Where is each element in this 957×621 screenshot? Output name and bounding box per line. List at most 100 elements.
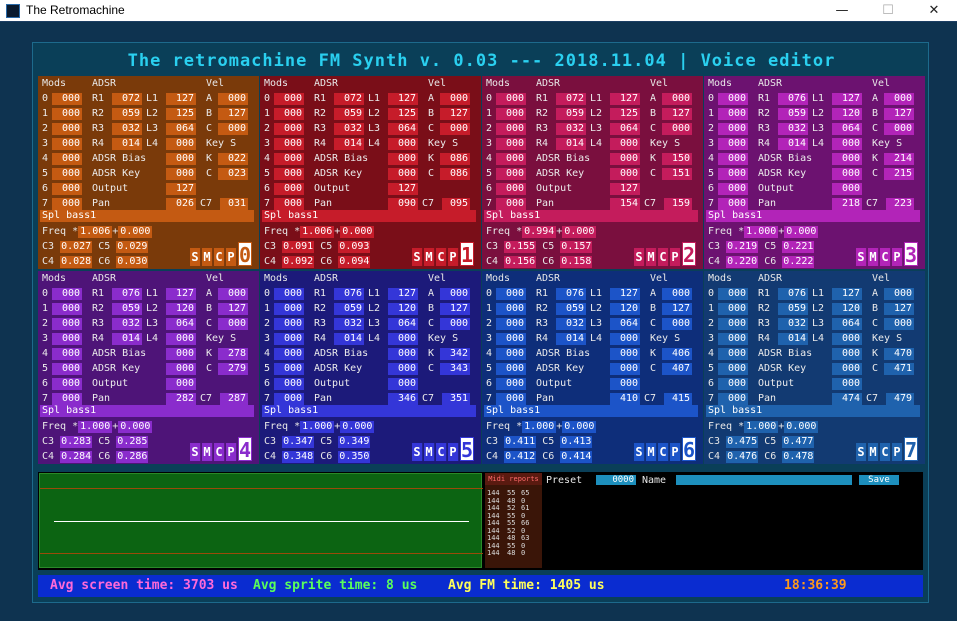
adsr-bias-value[interactable]: 000	[610, 153, 640, 165]
mod-value-0[interactable]: 000	[718, 288, 748, 300]
mod-value-6[interactable]: 000	[496, 183, 526, 195]
pan-value[interactable]: 090	[388, 198, 418, 210]
output-value[interactable]: 000	[388, 378, 418, 390]
vel-value-a[interactable]: 000	[218, 288, 248, 300]
mod-value-4[interactable]: 000	[52, 153, 82, 165]
freq-multiplier[interactable]: 1.000	[744, 226, 779, 238]
vel-value-a[interactable]: 000	[662, 93, 692, 105]
vel-value-a[interactable]: 000	[662, 288, 692, 300]
c7-value[interactable]: 479	[886, 393, 914, 405]
c-value[interactable]: 086	[440, 168, 470, 180]
smcp-button-s[interactable]: S	[634, 443, 645, 461]
coef-value-c4[interactable]: 0.412	[504, 451, 537, 463]
mod-value-5[interactable]: 000	[52, 168, 82, 180]
r-value-3[interactable]: 032	[556, 123, 586, 135]
r-value-3[interactable]: 032	[334, 318, 364, 330]
smcp-button-c[interactable]: C	[436, 443, 447, 461]
smcp-button-s[interactable]: S	[190, 248, 201, 266]
mod-value-1[interactable]: 000	[718, 108, 748, 120]
adsr-bias-value[interactable]: 000	[388, 348, 418, 360]
r-value-4[interactable]: 014	[334, 333, 364, 345]
smcp-button-s[interactable]: S	[856, 248, 867, 266]
l-value-2[interactable]: 125	[388, 108, 418, 120]
r-value-2[interactable]: 059	[334, 303, 364, 315]
r-value-1[interactable]: 072	[334, 93, 364, 105]
smcp-button-p[interactable]: P	[892, 248, 903, 266]
mod-value-7[interactable]: 000	[496, 393, 526, 405]
r-value-4[interactable]: 014	[778, 333, 808, 345]
freq-offset[interactable]: 0.000	[784, 421, 819, 433]
adsr-bias-value[interactable]: 000	[832, 348, 862, 360]
r-value-1[interactable]: 072	[112, 93, 142, 105]
coef-value-c6[interactable]: 0.222	[782, 256, 815, 268]
l-value-3[interactable]: 064	[610, 318, 640, 330]
l-value-1[interactable]: 127	[610, 93, 640, 105]
adsr-bias-value[interactable]: 000	[166, 348, 196, 360]
freq-offset[interactable]: 0.000	[562, 421, 597, 433]
k-value[interactable]: 086	[440, 153, 470, 165]
k-value[interactable]: 342	[440, 348, 470, 360]
r-value-4[interactable]: 014	[334, 138, 364, 150]
freq-multiplier[interactable]: 0.994	[522, 226, 557, 238]
mod-value-1[interactable]: 000	[52, 303, 82, 315]
l-value-1[interactable]: 127	[832, 288, 862, 300]
c7-value[interactable]: 031	[220, 198, 248, 210]
r-value-4[interactable]: 014	[556, 138, 586, 150]
l-value-2[interactable]: 120	[388, 303, 418, 315]
l-value-4[interactable]: 000	[166, 333, 196, 345]
smcp-button-p[interactable]: P	[448, 443, 459, 461]
smcp-button-m[interactable]: M	[646, 443, 657, 461]
r-value-1[interactable]: 076	[556, 288, 586, 300]
pan-value[interactable]: 346	[388, 393, 418, 405]
l-value-4[interactable]: 000	[610, 138, 640, 150]
mod-value-4[interactable]: 000	[274, 153, 304, 165]
mod-value-4[interactable]: 000	[52, 348, 82, 360]
vel-value-c[interactable]: 000	[440, 318, 470, 330]
pan-value[interactable]: 410	[610, 393, 640, 405]
smcp-button-c[interactable]: C	[658, 443, 669, 461]
coef-value-c5[interactable]: 0.285	[116, 436, 149, 448]
smcp-button-p[interactable]: P	[226, 443, 237, 461]
coef-value-c5[interactable]: 0.093	[338, 241, 371, 253]
mod-value-2[interactable]: 000	[496, 123, 526, 135]
mod-value-3[interactable]: 000	[496, 138, 526, 150]
mod-value-0[interactable]: 000	[52, 288, 82, 300]
vel-value-a[interactable]: 000	[884, 288, 914, 300]
adsr-key-value[interactable]: 000	[832, 363, 862, 375]
c-value[interactable]: 279	[218, 363, 248, 375]
vel-value-c[interactable]: 000	[662, 123, 692, 135]
coef-value-c4[interactable]: 0.092	[282, 256, 315, 268]
vel-value-b[interactable]: 127	[440, 108, 470, 120]
close-button[interactable]: ✕	[911, 0, 957, 22]
c7-value[interactable]: 223	[886, 198, 914, 210]
output-value[interactable]: 127	[388, 183, 418, 195]
adsr-key-value[interactable]: 000	[166, 168, 196, 180]
l-value-4[interactable]: 000	[388, 138, 418, 150]
mod-value-3[interactable]: 000	[718, 138, 748, 150]
vel-value-c[interactable]: 000	[440, 123, 470, 135]
mod-value-6[interactable]: 000	[718, 378, 748, 390]
r-value-3[interactable]: 032	[112, 123, 142, 135]
freq-multiplier[interactable]: 1.000	[744, 421, 779, 433]
mod-value-7[interactable]: 000	[52, 198, 82, 210]
smcp-button-p[interactable]: P	[448, 248, 459, 266]
coef-value-c3[interactable]: 0.283	[60, 436, 93, 448]
smcp-button-p[interactable]: P	[670, 248, 681, 266]
smcp-button-p[interactable]: P	[670, 443, 681, 461]
freq-multiplier[interactable]: 1.000	[78, 421, 113, 433]
smcp-button-c[interactable]: C	[658, 248, 669, 266]
vel-value-b[interactable]: 127	[884, 303, 914, 315]
c7-value[interactable]: 287	[220, 393, 248, 405]
smcp-button-p[interactable]: P	[892, 443, 903, 461]
freq-offset[interactable]: 0.000	[118, 421, 153, 433]
vel-value-b[interactable]: 127	[884, 108, 914, 120]
c-value[interactable]: 023	[218, 168, 248, 180]
l-value-2[interactable]: 120	[610, 303, 640, 315]
mod-value-2[interactable]: 000	[718, 318, 748, 330]
smcp-button-c[interactable]: C	[880, 248, 891, 266]
k-value[interactable]: 278	[218, 348, 248, 360]
mod-value-7[interactable]: 000	[52, 393, 82, 405]
coef-value-c3[interactable]: 0.347	[282, 436, 315, 448]
mod-value-0[interactable]: 000	[496, 288, 526, 300]
output-value[interactable]: 127	[166, 183, 196, 195]
